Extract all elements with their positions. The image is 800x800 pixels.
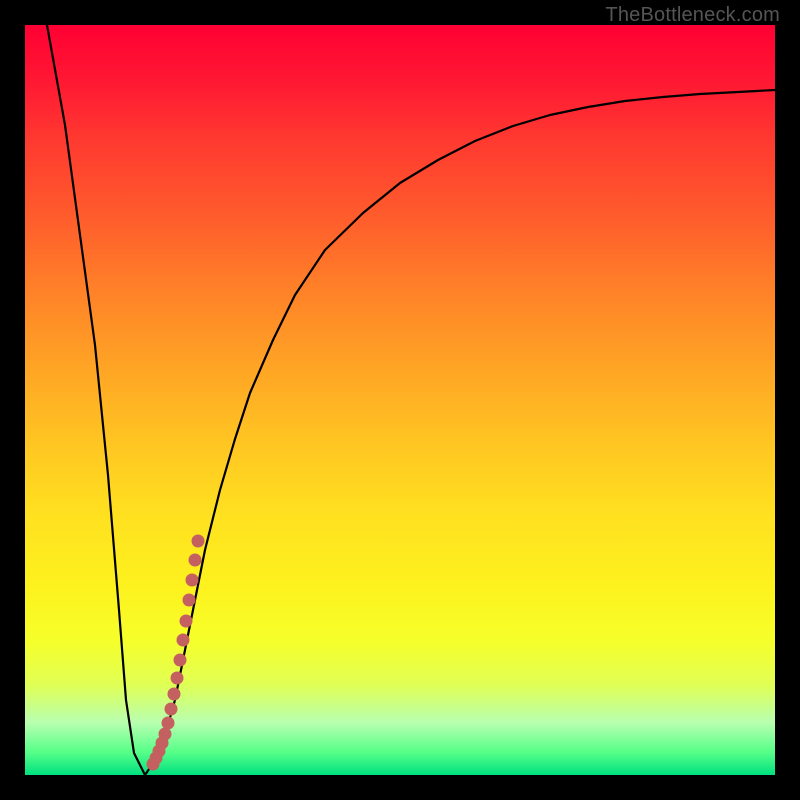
bottleneck-curve-path [47,25,775,775]
highlight-dot [186,574,199,587]
highlight-dot [180,615,193,628]
highlight-dot [168,688,181,701]
highlight-dot [183,594,196,607]
highlight-dot [174,654,187,667]
highlight-dot [177,634,190,647]
highlight-dot [165,703,178,716]
highlight-dot [162,717,175,730]
chart-svg [25,25,775,775]
highlight-dot [189,554,202,567]
attribution-text: TheBottleneck.com [605,4,780,27]
highlight-dot-group [147,535,205,771]
highlight-dot [171,672,184,685]
chart-plot-area [25,25,775,775]
highlight-dot [159,728,172,741]
highlight-dot [192,535,205,548]
